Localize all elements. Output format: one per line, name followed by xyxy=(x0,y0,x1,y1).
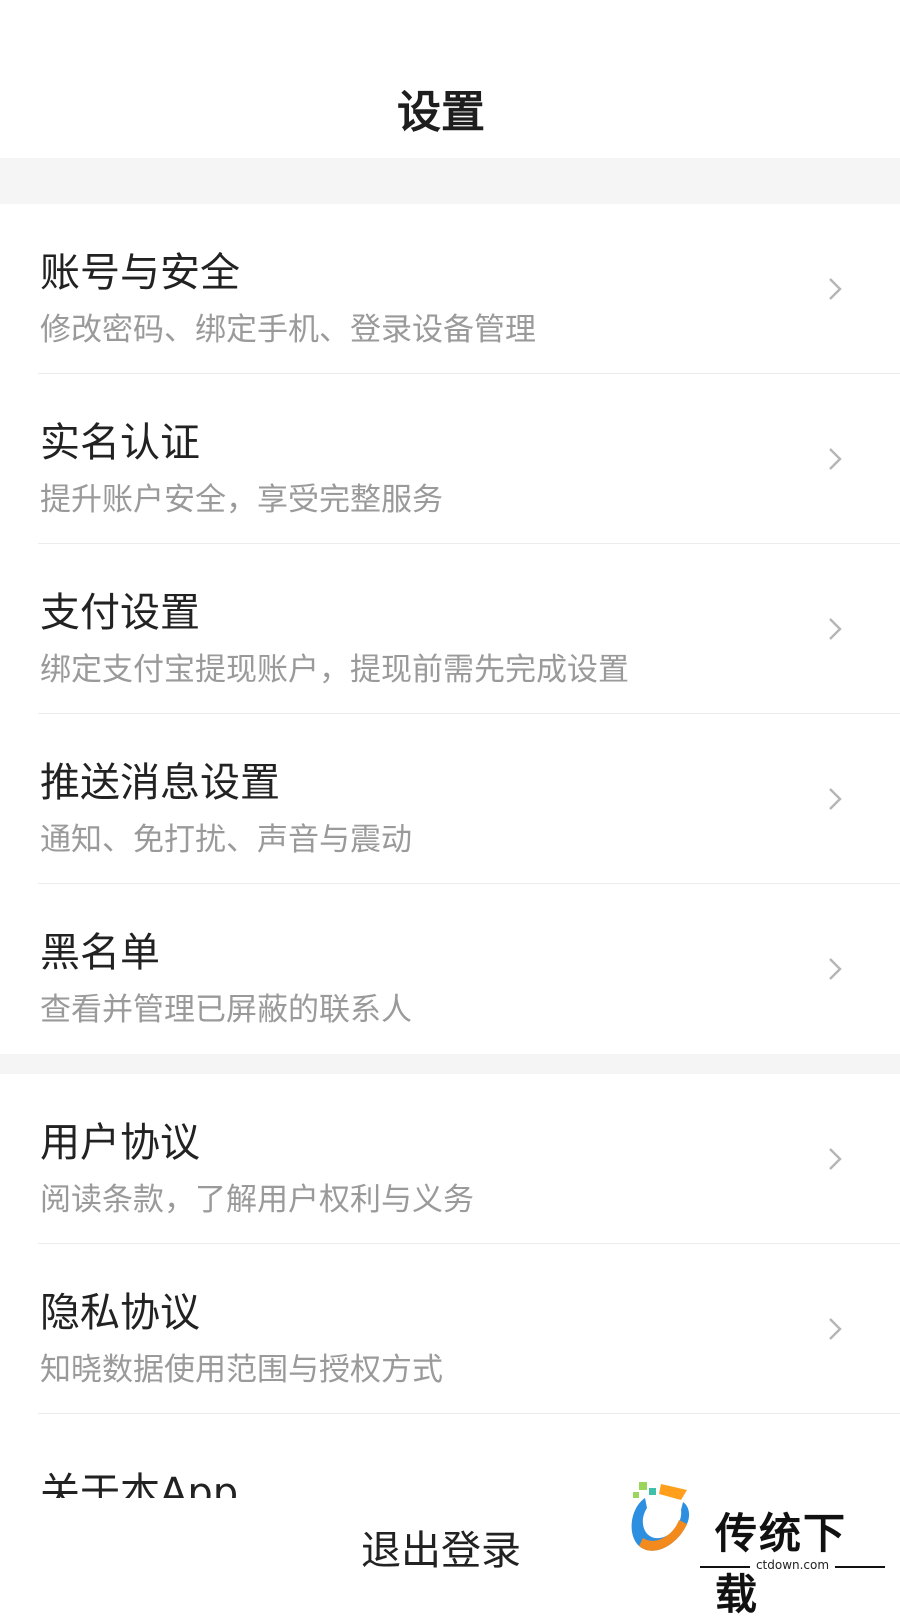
section-gap xyxy=(0,158,900,204)
item-subtitle: 知晓数据使用范围与授权方式 xyxy=(40,1352,443,1388)
page-title: 设置 xyxy=(397,87,485,138)
settings-item-push[interactable]: 推送消息设置 通知、免打扰、声音与震动 xyxy=(0,714,900,884)
settings-item-payment[interactable]: 支付设置 绑定支付宝提现账户，提现前需先完成设置 xyxy=(0,544,900,714)
item-subtitle: 阅读条款，了解用户权利与义务 xyxy=(40,1182,474,1218)
settings-item-about[interactable]: 关于本App xyxy=(0,1420,900,1498)
chevron-right-icon xyxy=(829,448,842,470)
item-subtitle: 修改密码、绑定手机、登录设备管理 xyxy=(40,312,536,348)
chevron-right-icon xyxy=(829,1148,842,1170)
settings-item-account-security[interactable]: 账号与安全 修改密码、绑定手机、登录设备管理 xyxy=(0,204,900,374)
item-title: 关于本App xyxy=(40,1470,239,1498)
divider xyxy=(38,1413,900,1414)
settings-item-blacklist[interactable]: 黑名单 查看并管理已屏蔽的联系人 xyxy=(0,884,900,1054)
item-title: 支付设置 xyxy=(40,590,200,636)
item-title: 用户协议 xyxy=(40,1120,200,1166)
watermark: 传统下载 ctdown.com xyxy=(625,1482,885,1619)
watermark-logo-icon xyxy=(631,1482,690,1551)
chevron-right-icon xyxy=(829,278,842,300)
chevron-right-icon xyxy=(829,788,842,810)
header-bar: 设置 xyxy=(0,0,900,158)
item-title: 黑名单 xyxy=(40,930,160,976)
item-title: 隐私协议 xyxy=(40,1290,200,1336)
item-title: 推送消息设置 xyxy=(40,760,280,806)
chevron-right-icon xyxy=(829,958,842,980)
item-title: 实名认证 xyxy=(40,420,200,466)
settings-item-real-name[interactable]: 实名认证 提升账户安全，享受完整服务 xyxy=(0,374,900,544)
chevron-right-icon xyxy=(829,1318,842,1340)
watermark-line xyxy=(835,1566,885,1568)
item-subtitle: 通知、免打扰、声音与震动 xyxy=(40,822,412,858)
item-subtitle: 查看并管理已屏蔽的联系人 xyxy=(40,992,412,1028)
settings-item-user-agreement[interactable]: 用户协议 阅读条款，了解用户权利与义务 xyxy=(0,1074,900,1244)
item-title: 账号与安全 xyxy=(40,250,240,296)
watermark-sub: ctdown.com xyxy=(755,1558,830,1572)
item-subtitle: 提升账户安全，享受完整服务 xyxy=(40,482,443,518)
item-subtitle: 绑定支付宝提现账户，提现前需先完成设置 xyxy=(40,652,629,688)
section-gap xyxy=(0,1054,900,1074)
chevron-right-icon xyxy=(829,618,842,640)
settings-item-privacy[interactable]: 隐私协议 知晓数据使用范围与授权方式 xyxy=(0,1244,900,1414)
